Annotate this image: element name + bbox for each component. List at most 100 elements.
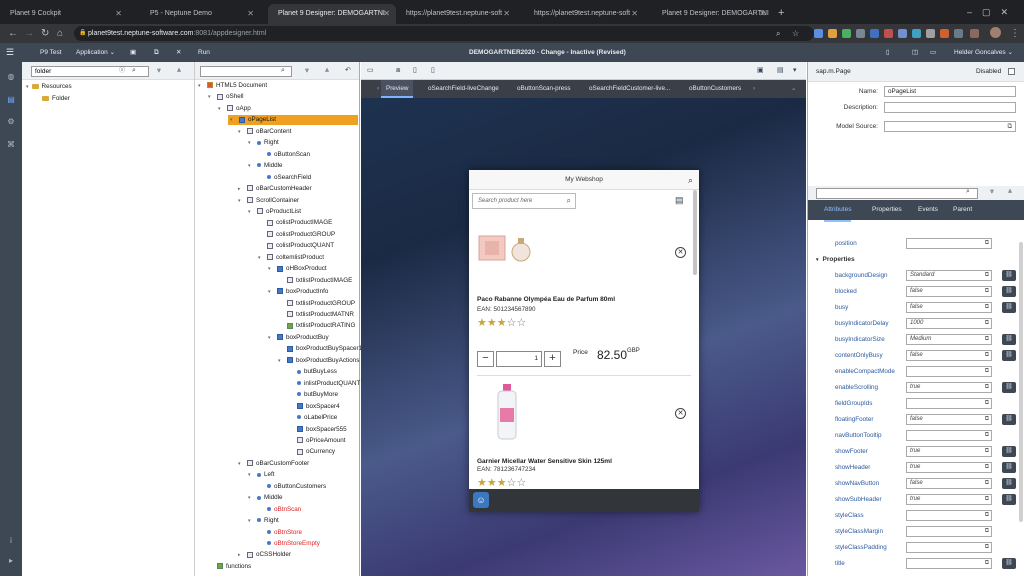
tree-item[interactable]: ▾ boxProductBuy	[268, 333, 329, 343]
binding-button[interactable]: ⛓	[1002, 382, 1016, 393]
search-icon[interactable]: ⌕	[776, 26, 780, 41]
window-controls[interactable]: –▢✕	[967, 4, 1018, 20]
binding-button[interactable]: ⛓	[1002, 270, 1016, 281]
expand-all-icon[interactable]: ⩓	[1008, 187, 1012, 197]
attr-value-field[interactable]: ⧉	[906, 430, 992, 441]
attr-value-field[interactable]: false ⧉	[906, 302, 992, 313]
code-icon[interactable]: ⌘	[6, 140, 16, 150]
info-icon[interactable]: i	[6, 536, 16, 546]
tree-item[interactable]: ▾ oShell	[208, 92, 244, 102]
collapse-all-icon[interactable]: ⩔	[990, 187, 994, 197]
chevron-down-icon[interactable]: ▾	[230, 116, 236, 125]
attr-value-field[interactable]: ⧉	[906, 398, 992, 409]
chevron-right-icon[interactable]: ▸	[238, 551, 244, 560]
copy-icon[interactable]: ⧉	[985, 479, 989, 488]
attr-value-field[interactable]: false ⧉	[906, 414, 992, 425]
menu-kebab-icon[interactable]: ⋮	[1010, 26, 1020, 41]
run-button[interactable]: Run	[198, 43, 210, 62]
attr-value-field[interactable]: true ⧉	[906, 382, 992, 393]
save-icon[interactable]: ▣	[130, 43, 136, 62]
user-menu[interactable]: Helder Goncalves ⌄	[954, 43, 1013, 62]
copy-icon[interactable]: ⧉	[985, 303, 989, 312]
copy-icon[interactable]: ⧉	[985, 351, 989, 360]
props-scrollbar[interactable]	[1019, 242, 1023, 522]
copy-icon[interactable]: ⧉	[985, 367, 989, 376]
preview-icon[interactable]: ▭	[367, 66, 374, 76]
close-icon[interactable]: ✕	[675, 247, 686, 258]
search-icon[interactable]: ⌕	[281, 66, 285, 76]
tree-item[interactable]: oButtonCustomers	[258, 482, 326, 492]
description-field[interactable]	[884, 102, 1016, 113]
copy-icon[interactable]: ⧉	[985, 463, 989, 472]
attr-value-field[interactable]: Medium ⧉	[906, 334, 992, 345]
tree-item[interactable]: boxSpacer555	[288, 425, 347, 435]
tab-osearchfield-livechange[interactable]: oSearchField-liveChange	[428, 80, 499, 98]
copy-icon[interactable]: ⧉	[985, 431, 989, 440]
reload-icon[interactable]: ↻	[41, 26, 49, 41]
browser-tab[interactable]: P5 - Neptune Demo ✕	[140, 4, 260, 24]
chevron-down-icon[interactable]: ▾	[238, 128, 244, 137]
extension-icon[interactable]	[814, 29, 823, 38]
attr-value-field[interactable]: false ⧉	[906, 350, 992, 361]
tree-item[interactable]: ▸ oBarCustomHeader	[238, 184, 312, 194]
component-icon[interactable]: ⧈	[396, 66, 400, 76]
close-icon[interactable]: ✕	[675, 408, 686, 419]
copy-icon[interactable]: ⧉	[985, 527, 989, 536]
attr-value-field[interactable]: ⧉	[906, 510, 992, 521]
copy-icon[interactable]: ⧉	[985, 447, 989, 456]
product-search-field[interactable]: Search product here ⌕	[472, 193, 576, 209]
tab-attributes[interactable]: Attributes	[824, 200, 852, 222]
tree-item[interactable]: ▾ Right	[248, 516, 279, 526]
tree-item[interactable]: inlistProductQUANT	[288, 379, 360, 389]
tree-item[interactable]: txtlistProductRATING	[278, 321, 355, 331]
tab-osearchfieldcustomer[interactable]: oSearchFieldCustomer-live...	[589, 80, 670, 98]
binding-button[interactable]: ⛓	[1002, 286, 1016, 297]
tab-events[interactable]: Events	[918, 200, 938, 220]
quantity-input[interactable]: 1	[496, 351, 542, 367]
attr-value-field[interactable]: false ⧉	[906, 286, 992, 297]
copy-icon[interactable]: ⧉	[985, 271, 989, 280]
extension-icon[interactable]	[898, 29, 907, 38]
expand-icon[interactable]: ▸	[6, 556, 16, 566]
extension-icon[interactable]	[970, 29, 979, 38]
close-icon[interactable]: ✕	[759, 4, 766, 24]
layout-icon[interactable]: ◫	[912, 43, 918, 62]
search-icon[interactable]: ⌕	[132, 66, 136, 76]
chevron-down-icon[interactable]: ▾	[268, 265, 274, 274]
attr-value-field[interactable]: 1000 ⧉	[906, 318, 992, 329]
tree-item[interactable]: oButtonScan	[258, 150, 310, 160]
tree-item[interactable]: ▾ Middle	[248, 493, 283, 503]
copy-icon[interactable]: ⧉	[985, 511, 989, 520]
tree-search-input[interactable]	[200, 66, 292, 77]
copy-icon[interactable]: ⧉	[985, 543, 989, 552]
chevron-down-icon[interactable]: ▾	[248, 162, 254, 171]
search-icon[interactable]: ⌕	[688, 170, 693, 190]
copy-icon[interactable]: ⧉	[1008, 122, 1013, 131]
undo-icon[interactable]: ↶	[345, 66, 351, 76]
chevron-down-icon[interactable]: ▾	[268, 288, 274, 297]
tree-item[interactable]: butBuyLess	[288, 367, 337, 377]
chevron-down-icon[interactable]: ▾	[26, 84, 29, 90]
chevron-down-icon[interactable]: ⌄	[791, 80, 796, 98]
application-menu[interactable]: Application ⌄	[76, 43, 115, 62]
tree-item[interactable]: ▾ oApp	[218, 104, 251, 114]
chevron-down-icon[interactable]: ▾	[258, 254, 264, 263]
tree-item[interactable]: ▾ ScrollContainer	[238, 196, 299, 206]
bookmark-star-icon[interactable]: ☆	[792, 26, 799, 41]
tree-item[interactable]: ▾ Right	[248, 138, 279, 148]
expand-all-icon[interactable]: ⩓	[325, 66, 329, 76]
tab-parent[interactable]: Parent	[953, 200, 972, 220]
tree-item[interactable]: oCurrency	[288, 447, 335, 457]
forward-icon[interactable]: →	[24, 26, 34, 41]
close-icon[interactable]: ✕	[383, 4, 390, 24]
copy-icon[interactable]: ⧉	[985, 559, 989, 568]
copy-icon[interactable]: ⧉	[985, 239, 989, 248]
tree-item[interactable]: oPriceAmount	[288, 436, 346, 446]
browser-tab[interactable]: https://planet9test.neptune-soft ✕	[396, 4, 516, 24]
clear-icon[interactable]: ⓧ	[119, 66, 125, 76]
decrease-quantity-button[interactable]: −	[477, 351, 494, 367]
split-icon[interactable]: ▯	[886, 43, 890, 62]
tablet-icon[interactable]: ▯	[413, 66, 417, 76]
browser-tab-active[interactable]: Planet 9 Designer: DEMOGARTNI ✕	[268, 4, 396, 24]
tree-item[interactable]: ▾ Middle	[248, 161, 283, 171]
